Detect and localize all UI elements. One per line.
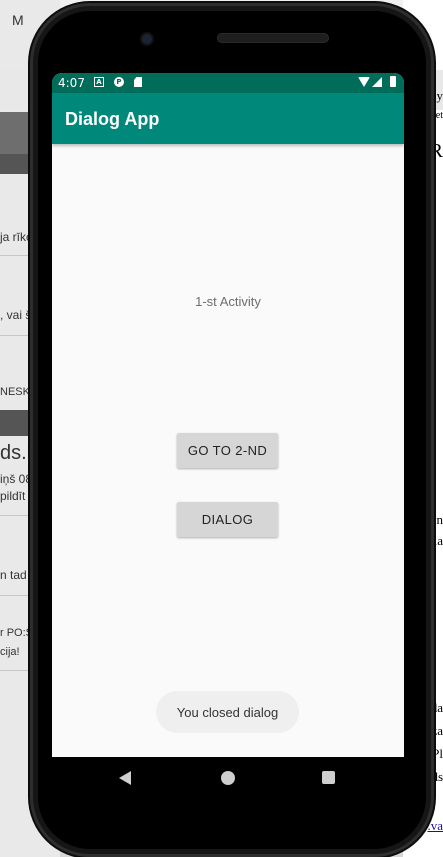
dialog-button[interactable]: DIALOG [177, 502, 278, 537]
navigation-bar [52, 757, 404, 799]
activity-label: 1-st Activity [195, 294, 261, 309]
app-toolbar: Dialog App [52, 93, 404, 144]
signal-icon [372, 77, 382, 87]
desktop-text: ja rīkc [0, 230, 33, 244]
battery-icon [390, 76, 396, 87]
desktop-text: pildīt [0, 489, 26, 503]
desktop-text: et [435, 110, 443, 121]
a-notification-icon: A [94, 77, 104, 87]
desktop-text: iņš 08 [0, 472, 33, 486]
desktop-text: ly [432, 88, 443, 103]
desktop-text: NESK [0, 386, 30, 398]
back-icon[interactable] [119, 771, 131, 785]
desktop-text: cija! [0, 646, 20, 658]
phone-screen: 4:07 A P Dialog App 1-st Activity GO TO … [52, 73, 404, 757]
desktop-text: M [12, 12, 24, 28]
desktop-text: , vai š [0, 308, 32, 322]
toast-message: You closed dialog [156, 691, 299, 733]
front-camera [142, 34, 152, 44]
p-notification-icon: P [114, 77, 124, 87]
go-to-second-button[interactable]: GO TO 2-ND [177, 433, 278, 468]
desktop-link[interactable]: .va [427, 818, 443, 834]
app-title: Dialog App [65, 109, 160, 129]
status-time: 4:07 [58, 76, 85, 90]
sd-card-icon [134, 77, 142, 87]
wifi-icon [358, 77, 370, 87]
desktop-text: r PO:S [0, 627, 34, 639]
desktop-text: n tad [0, 568, 27, 582]
home-icon[interactable] [221, 771, 235, 785]
desktop-text: n [436, 512, 443, 527]
earpiece-speaker [217, 33, 329, 43]
status-bar: 4:07 A P [52, 73, 404, 93]
recent-apps-icon[interactable] [322, 771, 335, 784]
